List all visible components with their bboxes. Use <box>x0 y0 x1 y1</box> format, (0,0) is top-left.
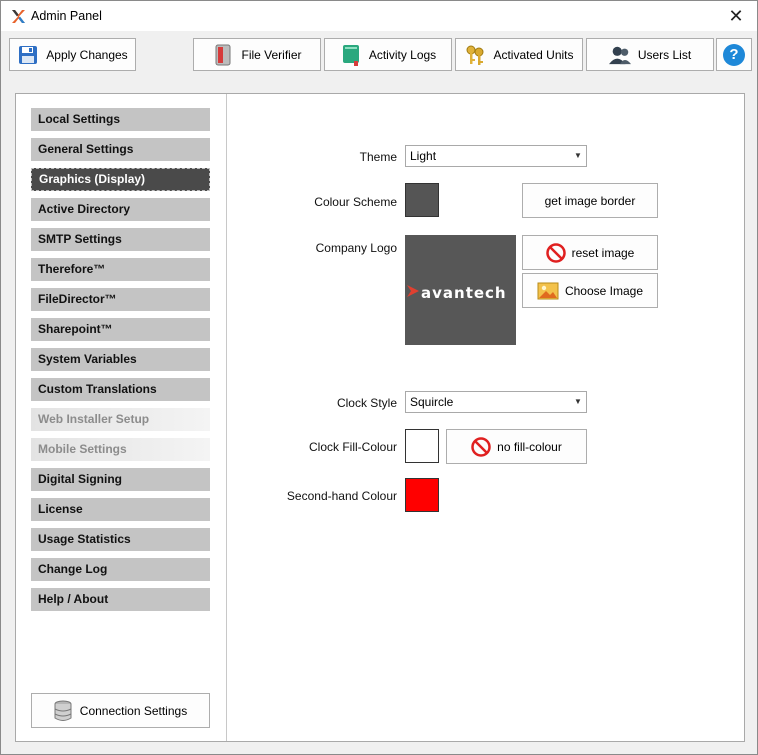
clock-fill-colour-swatch[interactable] <box>405 429 439 463</box>
reset-image-label: reset image <box>571 245 635 260</box>
activity-logs-book-icon <box>340 44 362 66</box>
file-verifier-icon <box>212 44 234 66</box>
sidebar-item-sharepoint[interactable]: Sharepoint™ <box>31 318 210 341</box>
sidebar-item-custom-translations[interactable]: Custom Translations <box>31 378 210 401</box>
file-verifier-label: File Verifier <box>241 47 302 62</box>
sidebar-item-smtp-settings[interactable]: SMTP Settings <box>31 228 210 251</box>
sidebar-item-local-settings[interactable]: Local Settings <box>31 108 210 131</box>
no-entry-icon <box>545 242 566 263</box>
window-title: Admin Panel <box>31 9 102 23</box>
sidebar-item-graphics-display[interactable]: Graphics (Display) <box>31 168 210 191</box>
sidebar-item-active-directory[interactable]: Active Directory <box>31 198 210 221</box>
choose-image-label: Choose Image <box>564 283 644 298</box>
title-bar: Admin Panel ✕ <box>1 1 757 31</box>
chevron-down-icon: ▼ <box>574 151 582 160</box>
sidebar-item-therefore[interactable]: Therefore™ <box>31 258 210 281</box>
activity-logs-label: Activity Logs <box>368 47 437 62</box>
clock-fill-colour-label: Clock Fill-Colour <box>308 440 397 454</box>
keys-icon <box>464 44 486 66</box>
sidebar-item-digital-signing[interactable]: Digital Signing <box>31 468 210 491</box>
reset-image-button[interactable]: reset image <box>522 235 658 270</box>
sidebar-item-web-installer-setup[interactable]: Web Installer Setup <box>31 408 210 431</box>
connection-settings-label: Connection Settings <box>79 703 188 718</box>
main-panel: Local Settings General Settings Graphics (… <box>15 93 745 742</box>
sidebar-item-license[interactable]: License <box>31 498 210 521</box>
sidebar-item-help-about[interactable]: Help / About <box>31 588 210 611</box>
sidebar-item-system-variables[interactable]: System Variables <box>31 348 210 371</box>
get-image-border-label: get image border <box>544 193 636 208</box>
save-disk-icon <box>17 44 39 66</box>
activated-units-label: Activated Units <box>493 47 574 62</box>
sidebar-item-usage-statistics[interactable]: Usage Statistics <box>31 528 210 551</box>
picture-icon <box>537 282 559 300</box>
colour-scheme-swatch[interactable] <box>405 183 439 217</box>
help-icon: ? <box>723 43 745 66</box>
admin-panel-window: Admin Panel ✕ Apply Changes File Verifie… <box>0 0 758 755</box>
no-fill-colour-label: no fill-colour <box>497 439 562 454</box>
sidebar-item-general-settings[interactable]: General Settings <box>31 138 210 161</box>
theme-select[interactable]: Light ▼ <box>405 145 587 167</box>
connection-settings-button[interactable]: Connection Settings <box>31 693 210 728</box>
logo-text: avantech <box>421 284 507 302</box>
app-logo-icon <box>12 10 25 23</box>
company-logo-image[interactable]: avantech <box>405 235 516 345</box>
file-verifier-button[interactable]: File Verifier <box>193 38 321 71</box>
sidebar-item-mobile-settings[interactable]: Mobile Settings <box>31 438 210 461</box>
clock-style-label: Clock Style <box>336 396 397 410</box>
activated-units-button[interactable]: Activated Units <box>455 38 583 71</box>
get-image-border-button[interactable]: get image border <box>522 183 658 218</box>
company-logo-label: Company Logo <box>315 241 397 255</box>
colour-scheme-label: Colour Scheme <box>314 195 397 209</box>
users-icon <box>608 44 631 66</box>
sidebar-item-change-log[interactable]: Change Log <box>31 558 210 581</box>
second-hand-colour-label: Second-hand Colour <box>286 489 397 503</box>
no-entry-icon <box>471 436 491 457</box>
users-list-button[interactable]: Users List <box>586 38 714 71</box>
users-list-label: Users List <box>637 47 692 62</box>
sidebar-item-filedirector[interactable]: FileDirector™ <box>31 288 210 311</box>
sidebar-nav: Local Settings General Settings Graphics (… <box>16 94 227 741</box>
close-button[interactable]: ✕ <box>715 1 757 31</box>
help-button[interactable]: ? <box>716 38 752 71</box>
theme-selected-value: Light <box>410 149 437 163</box>
clock-style-selected-value: Squircle <box>410 395 454 409</box>
apply-changes-button[interactable]: Apply Changes <box>9 38 136 71</box>
second-hand-colour-swatch[interactable] <box>405 478 439 512</box>
choose-image-button[interactable]: Choose Image <box>522 273 658 308</box>
apply-changes-label: Apply Changes <box>46 47 128 62</box>
database-icon <box>54 700 72 722</box>
clock-style-select[interactable]: Squircle ▼ <box>405 391 587 413</box>
chevron-down-icon: ▼ <box>574 397 582 406</box>
activity-logs-button[interactable]: Activity Logs <box>324 38 452 71</box>
no-fill-colour-button[interactable]: no fill-colour <box>446 429 587 464</box>
theme-label: Theme <box>359 150 397 164</box>
close-icon: ✕ <box>728 5 744 26</box>
avantech-logo: avantech <box>407 284 507 302</box>
